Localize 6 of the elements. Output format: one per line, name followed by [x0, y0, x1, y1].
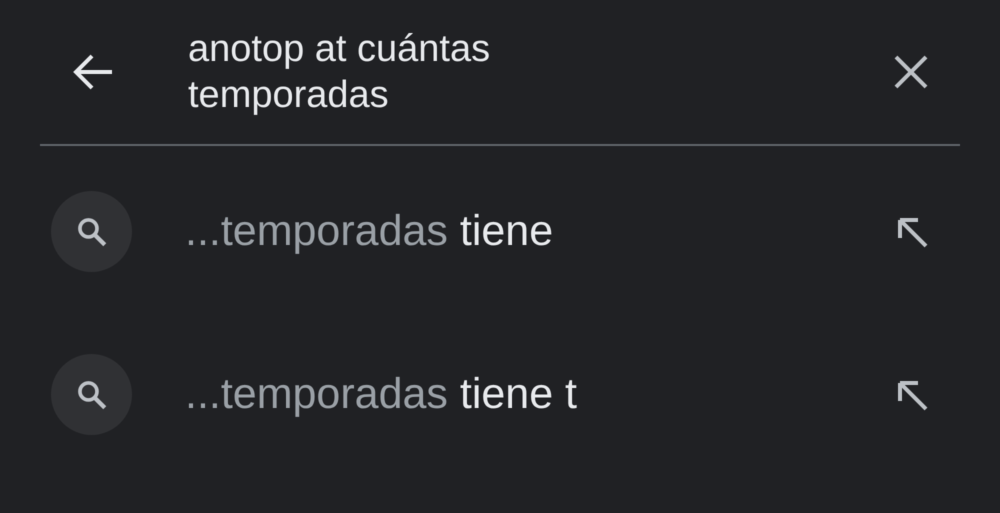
suggestion-text[interactable]: ...temporadas tiene t [185, 370, 896, 419]
fill-in-arrow-icon[interactable] [896, 216, 928, 248]
suggestion-text[interactable]: ...temporadas tiene [185, 207, 896, 256]
search-field[interactable]: anotop at cuántas temporadas [188, 26, 628, 118]
close-icon[interactable] [894, 55, 928, 89]
fill-in-arrow-icon[interactable] [896, 378, 928, 410]
